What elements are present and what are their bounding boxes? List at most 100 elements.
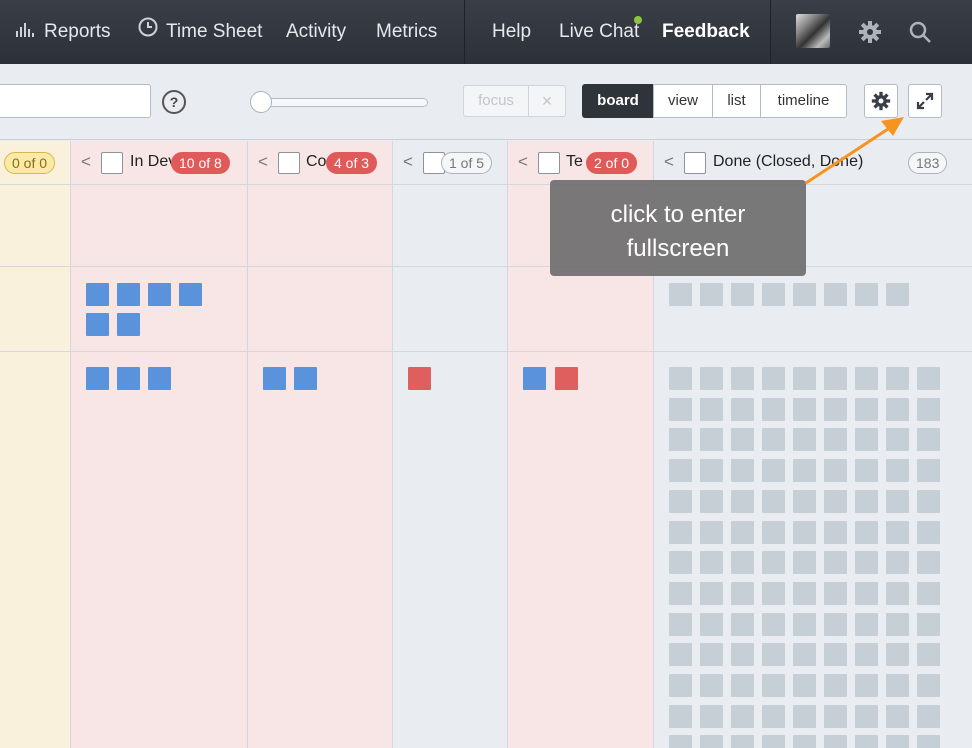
task-card[interactable] bbox=[793, 674, 816, 697]
nav-activity[interactable]: Activity bbox=[286, 0, 346, 64]
task-card[interactable] bbox=[886, 283, 909, 306]
task-card[interactable] bbox=[700, 283, 723, 306]
task-card[interactable] bbox=[731, 674, 754, 697]
task-card[interactable] bbox=[793, 397, 816, 421]
task-card[interactable] bbox=[855, 643, 878, 667]
task-card[interactable] bbox=[917, 735, 940, 748]
task-card[interactable] bbox=[793, 520, 816, 544]
task-card[interactable] bbox=[917, 397, 940, 421]
task-card[interactable] bbox=[917, 704, 940, 728]
task-card[interactable] bbox=[855, 367, 878, 390]
search-icon[interactable] bbox=[908, 20, 932, 49]
task-card[interactable] bbox=[700, 581, 723, 605]
task-card[interactable] bbox=[886, 643, 909, 667]
task-card[interactable] bbox=[793, 283, 816, 306]
task-card[interactable] bbox=[824, 643, 847, 667]
task-card[interactable] bbox=[117, 283, 140, 306]
task-card[interactable] bbox=[669, 735, 692, 748]
task-card[interactable] bbox=[700, 367, 723, 390]
task-card[interactable] bbox=[855, 459, 878, 483]
task-card[interactable] bbox=[762, 612, 785, 636]
task-card[interactable] bbox=[117, 313, 140, 336]
task-card[interactable] bbox=[86, 283, 109, 306]
task-card[interactable] bbox=[762, 428, 785, 452]
help-question-icon[interactable]: ? bbox=[162, 90, 186, 114]
task-card[interactable] bbox=[824, 489, 847, 513]
collapse-chevron-icon[interactable]: < bbox=[518, 152, 528, 172]
task-card[interactable] bbox=[294, 367, 317, 390]
view-board-button[interactable]: board bbox=[582, 84, 654, 118]
task-card[interactable] bbox=[855, 283, 878, 306]
task-card[interactable] bbox=[886, 520, 909, 544]
task-card[interactable] bbox=[824, 459, 847, 483]
task-card[interactable] bbox=[700, 551, 723, 575]
task-card[interactable] bbox=[700, 674, 723, 697]
task-card[interactable] bbox=[886, 489, 909, 513]
nav-time-sheet[interactable]: Time Sheet bbox=[138, 0, 262, 64]
collapse-chevron-icon[interactable]: < bbox=[403, 152, 413, 172]
task-card[interactable] bbox=[793, 459, 816, 483]
task-card[interactable] bbox=[886, 397, 909, 421]
task-card[interactable] bbox=[179, 283, 202, 306]
task-card[interactable] bbox=[855, 704, 878, 728]
task-card[interactable] bbox=[731, 551, 754, 575]
task-card[interactable] bbox=[700, 428, 723, 452]
task-card[interactable] bbox=[855, 581, 878, 605]
task-card[interactable] bbox=[669, 704, 692, 728]
task-card[interactable] bbox=[669, 489, 692, 513]
task-card[interactable] bbox=[793, 489, 816, 513]
task-card[interactable] bbox=[762, 367, 785, 390]
task-card[interactable] bbox=[148, 283, 171, 306]
task-card[interactable] bbox=[886, 735, 909, 748]
task-card[interactable] bbox=[731, 489, 754, 513]
collapse-chevron-icon[interactable]: < bbox=[81, 152, 91, 172]
task-card[interactable] bbox=[700, 643, 723, 667]
task-card[interactable] bbox=[731, 643, 754, 667]
fullscreen-button[interactable] bbox=[908, 84, 942, 118]
task-card[interactable] bbox=[669, 520, 692, 544]
task-card[interactable] bbox=[793, 367, 816, 390]
focus-button[interactable]: focus bbox=[463, 85, 529, 117]
task-card[interactable] bbox=[555, 367, 578, 390]
zoom-slider-handle[interactable] bbox=[250, 91, 272, 113]
task-card[interactable] bbox=[824, 612, 847, 636]
task-card[interactable] bbox=[886, 551, 909, 575]
task-card[interactable] bbox=[824, 397, 847, 421]
nav-help[interactable]: Help bbox=[492, 0, 531, 64]
task-card[interactable] bbox=[700, 612, 723, 636]
task-card[interactable] bbox=[886, 581, 909, 605]
board-settings-button[interactable] bbox=[864, 84, 898, 118]
task-card[interactable] bbox=[917, 551, 940, 575]
collapse-chevron-icon[interactable]: < bbox=[258, 152, 268, 172]
task-card[interactable] bbox=[886, 459, 909, 483]
task-card[interactable] bbox=[793, 551, 816, 575]
task-card[interactable] bbox=[700, 489, 723, 513]
task-card[interactable] bbox=[731, 428, 754, 452]
task-card[interactable] bbox=[824, 283, 847, 306]
task-card[interactable] bbox=[917, 674, 940, 697]
task-card[interactable] bbox=[669, 397, 692, 421]
task-card[interactable] bbox=[762, 520, 785, 544]
task-card[interactable] bbox=[669, 581, 692, 605]
task-card[interactable] bbox=[855, 520, 878, 544]
column-checkbox[interactable] bbox=[684, 152, 706, 174]
zoom-slider-track[interactable] bbox=[254, 98, 428, 107]
task-card[interactable] bbox=[731, 283, 754, 306]
task-card[interactable] bbox=[824, 581, 847, 605]
view-view-button[interactable]: view bbox=[653, 84, 713, 118]
task-card[interactable] bbox=[762, 397, 785, 421]
task-card[interactable] bbox=[886, 612, 909, 636]
task-card[interactable] bbox=[917, 581, 940, 605]
task-card[interactable] bbox=[762, 643, 785, 667]
task-card[interactable] bbox=[669, 367, 692, 390]
task-card[interactable] bbox=[700, 735, 723, 748]
task-card[interactable] bbox=[793, 643, 816, 667]
task-card[interactable] bbox=[917, 459, 940, 483]
task-card[interactable] bbox=[762, 489, 785, 513]
task-card[interactable] bbox=[148, 367, 171, 390]
task-card[interactable] bbox=[793, 735, 816, 748]
task-card[interactable] bbox=[824, 367, 847, 390]
task-card[interactable] bbox=[917, 367, 940, 390]
nav-reports[interactable]: Reports bbox=[16, 0, 111, 64]
task-card[interactable] bbox=[86, 367, 109, 390]
